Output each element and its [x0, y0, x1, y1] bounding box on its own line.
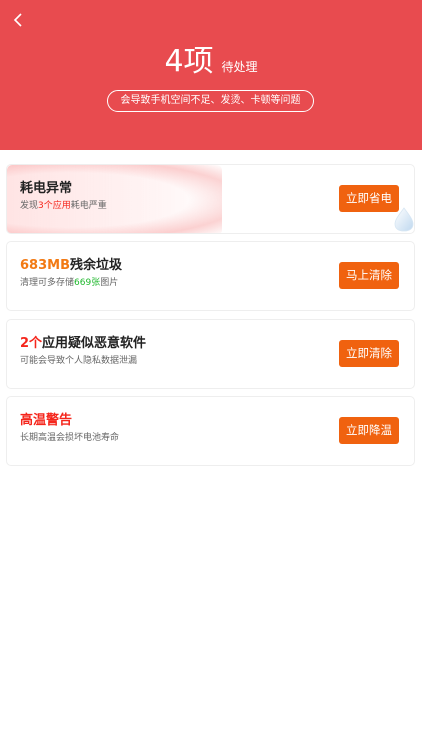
save-power-button[interactable]: 立即省电: [339, 185, 399, 212]
chevron-left-icon: [13, 13, 22, 27]
subtitle-suffix: 图片: [100, 278, 119, 288]
title-rest: 应用疑似恶意软件: [42, 336, 147, 351]
card-subtitle: 发现3个应用耗电严重: [20, 198, 107, 211]
subtitle-suffix: 耗电严重: [70, 201, 107, 211]
remove-now-button[interactable]: 立即清除: [339, 340, 399, 367]
card-title: 683MB残余垃圾: [20, 254, 122, 273]
card-title: 2个应用疑似恶意软件: [20, 332, 146, 351]
battery-drain-card: 耗电异常 发现3个应用耗电严重 立即省电: [6, 164, 415, 234]
pending-count: 4: [164, 44, 184, 79]
header-banner: 4 项 待处理 会导致手机空间不足、发烫、卡顿等问题: [0, 0, 422, 150]
pending-label: 待处理: [221, 60, 258, 74]
card-title-text: 耗电异常: [20, 181, 73, 196]
card-subtitle: 清理可多存储669张图片: [20, 275, 118, 288]
subtitle-prefix: 发现: [20, 201, 39, 211]
clean-now-button[interactable]: 马上清除: [339, 262, 399, 289]
title-highlight: 高温警告: [20, 413, 73, 428]
subtitle-prefix: 清理可多存储: [20, 278, 75, 288]
title-highlight: 2个: [20, 336, 43, 351]
pending-unit: 项: [183, 44, 214, 79]
subtitle-highlight: 669张: [74, 278, 101, 288]
card-title: 高温警告: [20, 409, 72, 428]
card-subtitle: 可能会导致个人隐私数据泄漏: [20, 356, 138, 366]
high-temperature-card: 高温警告 长期高温会损坏电池寿命 立即降温: [6, 396, 415, 466]
card-title: 耗电异常: [20, 177, 72, 196]
water-drop-icon: [394, 207, 414, 232]
subtitle-highlight: 3个应用: [38, 201, 71, 211]
card-subtitle: 长期高温会损坏电池寿命: [20, 433, 120, 443]
pending-summary: 4 项 待处理: [0, 44, 422, 80]
warning-pill: 会导致手机空间不足、发烫、卡顿等问题: [107, 90, 314, 112]
back-button[interactable]: [8, 8, 28, 32]
title-highlight: 683MB: [20, 258, 70, 273]
title-rest: 残余垃圾: [69, 258, 122, 273]
cool-down-button[interactable]: 立即降温: [339, 417, 399, 444]
malware-card: 2个应用疑似恶意软件 可能会导致个人隐私数据泄漏 立即清除: [6, 319, 415, 389]
residual-junk-card: 683MB残余垃圾 清理可多存储669张图片 马上清除: [6, 241, 415, 311]
